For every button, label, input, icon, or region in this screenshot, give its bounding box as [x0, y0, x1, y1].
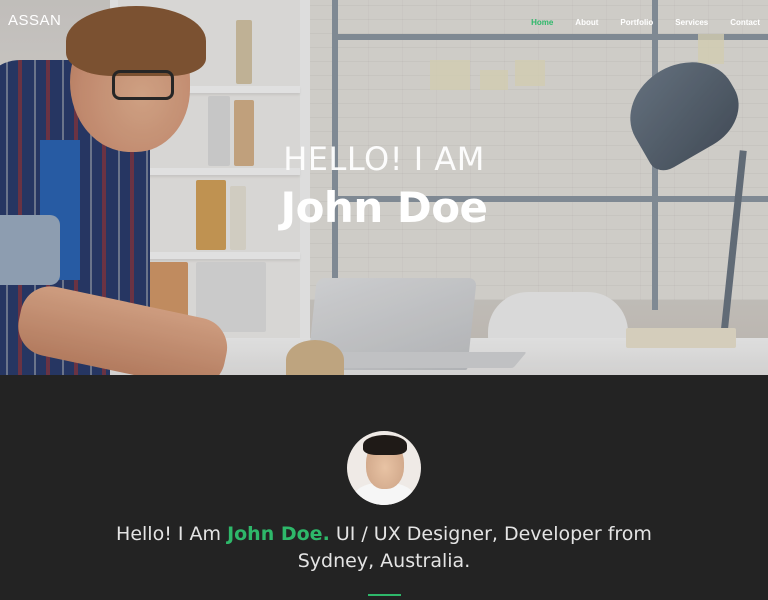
hero-section: ASSAN Home About Portfolio Services Cont… [0, 0, 768, 375]
nav-item-services[interactable]: Services [653, 18, 708, 27]
nav-item-contact[interactable]: Contact [708, 18, 760, 27]
hero-greeting: HELLO! I AM [283, 140, 485, 178]
about-intro: Hello! I Am John Doe. UI / UX Designer, … [110, 521, 658, 575]
about-intro-prefix: Hello! I Am [116, 523, 228, 545]
avatar [347, 431, 421, 505]
about-intro-suffix: UI / UX Designer, Developer from Sydney,… [297, 523, 652, 572]
about-intro-name: John Doe. [227, 523, 330, 545]
nav-item-about[interactable]: About [553, 18, 598, 27]
nav-item-home[interactable]: Home [509, 18, 553, 27]
site-logo[interactable]: ASSAN [8, 12, 61, 29]
nav-item-portfolio[interactable]: Portfolio [598, 18, 653, 27]
section-divider [368, 594, 401, 596]
avatar-hair [363, 435, 407, 455]
about-section: Hello! I Am John Doe. UI / UX Designer, … [0, 375, 768, 600]
hero-name: John Doe [280, 183, 488, 232]
main-nav: Home About Portfolio Services Contact [509, 18, 760, 27]
